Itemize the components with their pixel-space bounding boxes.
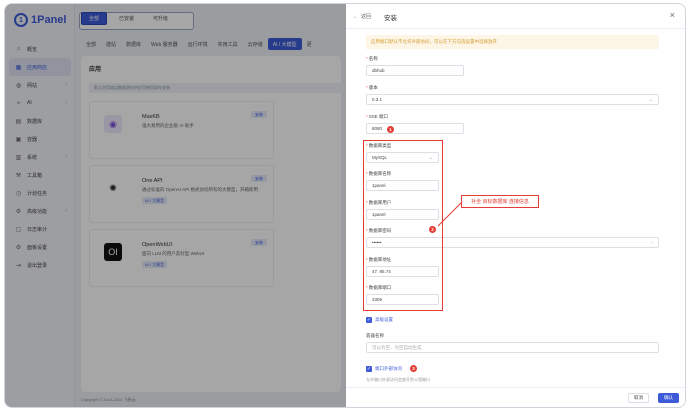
drawer-title: 安装 [384, 15, 397, 22]
install-drawer: ← 返回 安装 × 应用端口默认不允许外部访问，可以在下方勾选设置中选择放开 *… [346, 4, 685, 407]
close-icon[interactable]: × [670, 10, 675, 20]
label-text: SSE 端口 [368, 114, 389, 119]
container_name-input[interactable]: 可以为空，为空自动生成 [366, 342, 659, 353]
advanced-settings-checkbox[interactable]: ✓ 高级设置 [366, 317, 393, 323]
external-access-checkbox[interactable]: ✓ 端口外部访问 [366, 366, 402, 372]
external-access-label: 端口外部访问 [375, 366, 402, 371]
required-mark: * [366, 114, 368, 119]
input-value: 可以为空，为空自动生成 [372, 344, 422, 350]
back-label: 返回 [361, 14, 372, 20]
eye-icon[interactable]: ◌ [651, 240, 654, 246]
required-mark: * [366, 56, 368, 61]
badge-3: 3 [410, 365, 417, 372]
name-input[interactable]: dbhub [366, 65, 464, 76]
label-text: 版本 [368, 85, 378, 90]
field-label-container_name: 容器名称 [366, 333, 384, 339]
field-label-version: *版本 [366, 85, 378, 91]
sse_port-input[interactable]: 8080 [366, 123, 464, 134]
badge-2: 2 [429, 226, 436, 233]
check-icon: ✓ [366, 317, 372, 323]
check-icon: ✓ [366, 366, 372, 372]
input-value: 0.3.1 [372, 97, 383, 102]
field-label-sse_port: *SSE 端口 [366, 114, 388, 120]
version-input[interactable]: 0.3.1 ⌄ [366, 94, 659, 105]
cancel-button[interactable]: 取消 [628, 393, 649, 403]
back-button[interactable]: ← 返回 [353, 13, 372, 21]
arrow-left-icon: ← [353, 13, 358, 20]
label-text: 容器名称 [366, 333, 384, 338]
label-text: 名称 [368, 56, 378, 61]
chevron-down-icon: ⌄ [648, 96, 653, 103]
input-value: 8080 [372, 126, 383, 131]
required-mark: * [366, 85, 368, 90]
external-access-helper: 允许端口外部访问会放开防火墙端口 [366, 377, 430, 382]
divider [346, 28, 685, 29]
modal-overlay[interactable] [5, 4, 346, 407]
callout-label: 补全 目标数据库 连接信息 [461, 195, 539, 208]
confirm-button[interactable]: 确认 [658, 393, 679, 403]
field-label-name: *名称 [366, 56, 378, 62]
badge-1: 1 [387, 126, 394, 133]
input-value: dbhub [372, 68, 385, 73]
app-window: 1 1Panel ⌂ 概览 ▦ 应用商店 ◍ 网站 › ✧ AI › ▤ 数据库 ▣ 容器 ▥ 系统 › ⚒ 工具箱… [4, 3, 686, 408]
notice-banner: 应用端口默认不允许外部访问，可以在下方勾选设置中选择放开 [366, 35, 659, 49]
drawer-footer: 取消 确认 [346, 387, 685, 407]
advanced-settings-label: 高级设置 [375, 317, 393, 322]
